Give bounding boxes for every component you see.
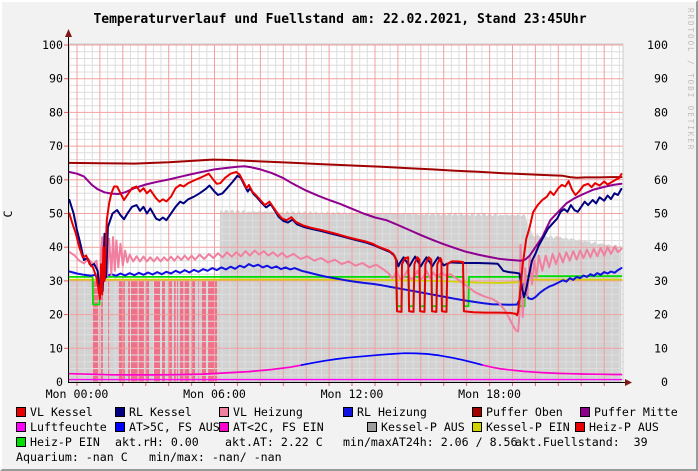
legend-swatch xyxy=(472,407,482,417)
y-tick-label-right: 0 xyxy=(661,375,668,389)
legend-item: Puffer Oben xyxy=(472,406,563,418)
y-tick-label-right: 40 xyxy=(654,240,668,254)
legend-label: akt.Fuellstand: 39 xyxy=(515,435,648,449)
legend-item: Kessel-P AUS xyxy=(367,421,465,433)
y-tick-label-right: 50 xyxy=(654,207,668,221)
legend-item: Luftfeuchte xyxy=(16,421,107,433)
legend-label: min/maxAT24h: 2.06 / 8.56 xyxy=(343,435,518,449)
y-tick-label-right: 100 xyxy=(647,38,668,52)
legend-label: AT>5C, FS AUS xyxy=(129,420,220,434)
legend-label: Puffer Mitte xyxy=(594,405,678,419)
legend-item: RL Heizung xyxy=(343,406,427,418)
y-tick-label-right: 10 xyxy=(654,341,668,355)
legend-item: VL Heizung xyxy=(219,406,303,418)
x-tick-label: Mon 06:00 xyxy=(183,387,246,401)
legend-label: VL Kessel xyxy=(30,405,93,419)
legend-swatch xyxy=(367,422,377,432)
legend-swatch xyxy=(219,422,229,432)
y-tick-label-right: 20 xyxy=(654,308,668,322)
y-tick-label-left: 50 xyxy=(49,207,63,221)
legend-item: RL Kessel xyxy=(115,406,192,418)
y-tick-label-left: 90 xyxy=(49,72,63,86)
legend-swatch xyxy=(115,422,125,432)
legend-label: Heiz-P EIN xyxy=(30,435,100,449)
legend-item: Heiz-P EIN xyxy=(16,436,100,448)
legend-label: Kessel-P EIN xyxy=(486,420,570,434)
legend-item: VL Kessel xyxy=(16,406,93,418)
legend-item: Aquarium: -nan C xyxy=(16,451,128,463)
legend-label: min/max: -nan/ -nan xyxy=(149,450,282,464)
legend-item: akt.AT: 2.22 C xyxy=(225,436,323,448)
y-tick-label-left: 70 xyxy=(49,139,63,153)
y-tick-label-left: 60 xyxy=(49,173,63,187)
legend-item: AT>5C, FS AUS xyxy=(115,421,220,433)
legend-item: min/max: -nan/ -nan xyxy=(149,451,282,463)
plot-canvas: 0010102020303040405050606070708080909010… xyxy=(2,2,698,471)
y-tick-label-left: 30 xyxy=(49,274,63,288)
y-tick-label-right: 30 xyxy=(654,274,668,288)
y-tick-label-right: 70 xyxy=(654,139,668,153)
legend-label: Kessel-P AUS xyxy=(381,420,465,434)
legend-swatch xyxy=(580,407,590,417)
y-tick-label-right: 60 xyxy=(654,173,668,187)
legend-label: akt.rH: 0.00 xyxy=(115,435,199,449)
legend-swatch xyxy=(472,422,482,432)
legend-swatch xyxy=(343,407,353,417)
legend-swatch xyxy=(219,407,229,417)
legend-label: Puffer Oben xyxy=(486,405,563,419)
legend-swatch xyxy=(575,422,585,432)
legend-item: akt.Fuellstand: 39 xyxy=(515,436,648,448)
y-tick-label-left: 40 xyxy=(49,240,63,254)
legend-item: Puffer Mitte xyxy=(580,406,678,418)
legend-label: Heiz-P AUS xyxy=(589,420,659,434)
legend-item: Kessel-P EIN xyxy=(472,421,570,433)
legend-label: Luftfeuchte xyxy=(30,420,107,434)
legend-label: AT<2C, FS EIN xyxy=(233,420,324,434)
y-tick-label-right: 80 xyxy=(654,105,668,119)
x-tick-label: Mon 00:00 xyxy=(46,387,109,401)
y-tick-label-left: 10 xyxy=(49,341,63,355)
legend-item: akt.rH: 0.00 xyxy=(115,436,199,448)
legend-label: Aquarium: -nan C xyxy=(16,450,128,464)
legend-swatch xyxy=(16,407,26,417)
legend-swatch xyxy=(115,407,125,417)
x-tick-label: Mon 12:00 xyxy=(321,387,384,401)
y-tick-label-right: 90 xyxy=(654,72,668,86)
legend-swatch xyxy=(16,437,26,447)
legend-item: AT<2C, FS EIN xyxy=(219,421,324,433)
x-tick-label: Mon 18:00 xyxy=(458,387,521,401)
legend-label: VL Heizung xyxy=(233,405,303,419)
legend-label: akt.AT: 2.22 C xyxy=(225,435,323,449)
y-tick-label-left: 20 xyxy=(49,308,63,322)
legend-label: RL Heizung xyxy=(357,405,427,419)
legend-item: Heiz-P AUS xyxy=(575,421,659,433)
legend-label: RL Kessel xyxy=(129,405,192,419)
rrdtool-watermark: RRDTOOL / TOBI OETIKER xyxy=(686,8,695,151)
rrd-graph-window: Temperaturverlauf und Fuellstand am: 22.… xyxy=(0,0,698,471)
legend-swatch xyxy=(16,422,26,432)
y-tick-label-left: 100 xyxy=(42,38,63,52)
y-tick-label-left: 80 xyxy=(49,105,63,119)
legend-item: min/maxAT24h: 2.06 / 8.56 xyxy=(343,436,518,448)
